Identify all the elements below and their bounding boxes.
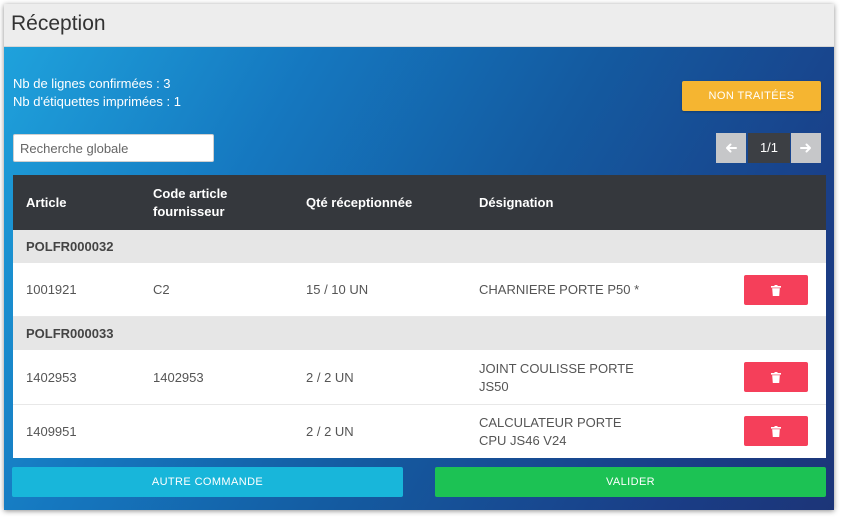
non-traitees-button[interactable]: NON TRAITÉES	[682, 81, 821, 111]
designation-line1: CALCULATEUR PORTE	[479, 414, 622, 430]
column-header-article: Article	[26, 194, 67, 210]
pager-next-button[interactable]	[791, 133, 821, 163]
cell-supplier-code: C2	[153, 282, 170, 297]
group-row: POLFR000032	[13, 230, 826, 263]
cell-qty: 2 / 2 UN	[306, 369, 354, 385]
summary-info: Nb de lignes confirmées : 3 Nb d'étiquet…	[13, 75, 181, 111]
cell-article: 1409951	[26, 423, 77, 439]
column-header-supplier-code-line1: Code article	[153, 185, 228, 201]
table-row: 1409951 2 / 2 UN CALCULATEUR PORTE CPU J…	[13, 405, 826, 458]
pagination: 1/1	[4, 133, 834, 163]
trash-icon	[771, 284, 781, 296]
valider-button[interactable]: VALIDER	[435, 467, 826, 497]
table-row: 1402953 1402953 2 / 2 UN JOINT COULISSE …	[13, 350, 826, 405]
cell-designation: JOINT COULISSE PORTE JS50	[479, 350, 634, 405]
designation-line1: JOINT COULISSE PORTE	[479, 360, 634, 376]
cell-supplier-code: 1402953	[153, 369, 204, 385]
column-header-supplier-code: Code article fournisseur	[153, 175, 227, 230]
page-title: Réception	[11, 12, 106, 35]
column-header-qty: Qté réceptionnée	[306, 194, 413, 210]
labels-printed-text: Nb d'étiquettes imprimées : 1	[13, 94, 181, 109]
column-header-supplier-code-line2: fournisseur	[153, 203, 225, 219]
table-row: 1001921 C2 15 / 10 UN CHARNIERE PORTE P5…	[13, 263, 826, 317]
trash-icon	[771, 371, 781, 383]
cell-article: 1402953	[26, 369, 77, 385]
table-header: Article Code article fournisseur Qté réc…	[13, 175, 826, 230]
cell-designation: CHARNIERE PORTE P50 *	[479, 263, 639, 317]
pager-prev-button[interactable]	[716, 133, 746, 163]
designation-line2: JS50	[479, 378, 509, 394]
reception-window: Réception Nb de lignes confirmées : 3 Nb…	[4, 4, 834, 510]
column-header-designation: Désignation	[479, 194, 554, 210]
trash-icon	[771, 425, 781, 437]
cell-designation: CALCULATEUR PORTE CPU JS46 V24	[479, 405, 622, 458]
group-name: POLFR000032	[26, 239, 114, 254]
autre-commande-button[interactable]: AUTRE COMMANDE	[12, 467, 403, 497]
designation-line1: CHARNIERE PORTE P50 *	[479, 282, 640, 297]
group-name: POLFR000033	[26, 326, 114, 341]
lines-confirmed-text: Nb de lignes confirmées : 3	[13, 76, 171, 91]
arrow-right-icon	[800, 143, 811, 153]
cell-qty: 2 / 2 UN	[306, 423, 354, 439]
pager-label: 1/1	[748, 133, 790, 163]
title-bar: Réception	[4, 4, 834, 47]
delete-row-button[interactable]	[744, 416, 808, 446]
designation-line2: CPU JS46 V24	[479, 432, 567, 448]
main-panel: Nb de lignes confirmées : 3 Nb d'étiquet…	[4, 47, 834, 510]
reception-table: Article Code article fournisseur Qté réc…	[13, 175, 826, 458]
group-row: POLFR000033	[13, 317, 826, 350]
cell-qty: 15 / 10 UN	[306, 282, 369, 297]
delete-row-button[interactable]	[744, 362, 808, 392]
cell-article: 1001921	[26, 282, 77, 297]
arrow-left-icon	[726, 143, 737, 153]
delete-row-button[interactable]	[744, 275, 808, 305]
